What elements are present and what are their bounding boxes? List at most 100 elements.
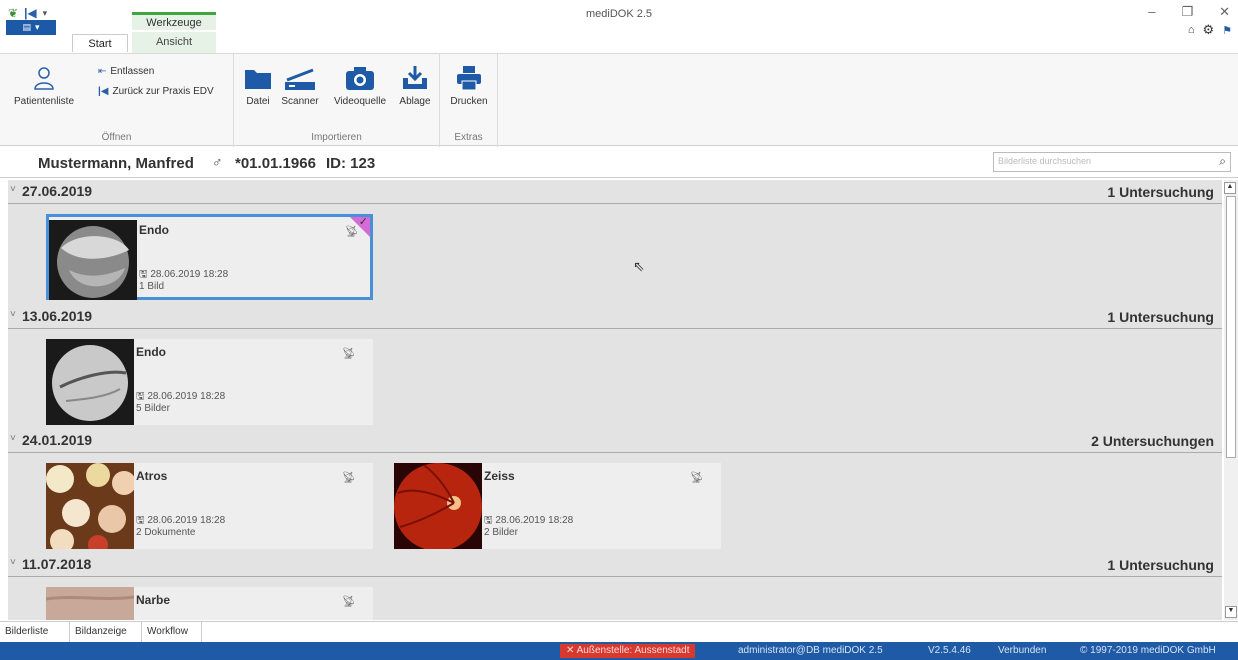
exam-card-endo[interactable]: Endo 📡︎ 🖫︎ 28.06.2019 18:28 5 Bilder (46, 339, 373, 425)
gear-icon[interactable]: ⚙ (1202, 22, 1214, 38)
skin-scar-thumbnail (46, 587, 134, 620)
restore-button[interactable]: ❐ (1181, 4, 1193, 20)
exam-date-row[interactable]: ˅ 24.01.2019 2 Untersuchungen (8, 429, 1222, 453)
exam-date: 13.06.2019 (22, 308, 93, 324)
import-video-label: Videoquelle (333, 96, 387, 107)
ribbon: Patientenliste ⇤ Entlassen |◀ Zurück zur… (0, 53, 1238, 147)
exam-date-row[interactable]: ˅ 27.06.2019 1 Untersuchung (8, 180, 1222, 204)
save-icon: 🖫︎ (136, 515, 145, 526)
scanner-icon (285, 68, 315, 90)
card-title: Endo (139, 223, 169, 237)
exit-icon: ⇤ (98, 66, 107, 77)
import-video-button[interactable]: Videoquelle (326, 64, 394, 107)
status-copyright: © 1997-2019 mediDOK GmbH (1080, 645, 1216, 656)
tab-image-list[interactable]: Bilderliste (0, 622, 70, 642)
flag-icon[interactable]: ⚑ (1222, 24, 1232, 37)
status-bar: ✕ Außenstelle: Aussenstadt administrator… (0, 642, 1238, 660)
collapse-chevron-icon[interactable]: ˅ (10, 309, 16, 320)
close-button[interactable]: ✕ (1219, 4, 1230, 20)
save-icon: 🖫︎ (484, 515, 493, 526)
back-to-emr-label: Zurück zur Praxis EDV (112, 86, 214, 97)
search-placeholder: Bilderliste durchsuchen (998, 156, 1092, 166)
app-menu-button[interactable]: ▤ ▾ (6, 20, 56, 35)
scroll-thumb[interactable] (1226, 196, 1236, 458)
search-icon[interactable]: ⌕ (1219, 154, 1226, 169)
status-connection: Verbunden (998, 645, 1047, 656)
card-title: Endo (136, 345, 166, 359)
patient-id: ID: 123 (326, 155, 376, 172)
patient-list-label: Patientenliste (13, 96, 75, 107)
printer-icon (457, 66, 481, 91)
camera-icon (346, 67, 374, 90)
scroll-down-icon[interactable]: ▼ (1225, 606, 1237, 618)
patient-dob: *01.01.1966 (235, 155, 316, 172)
bottom-tab-bar: Bilderliste Bildanzeige Workflow (0, 621, 1238, 642)
endoscopy-thumbnail (49, 220, 137, 300)
card-datetime-text: 28.06.2019 18:28 (495, 515, 574, 526)
exam-date-row[interactable]: ˅ 11.07.2018 1 Untersuchung (8, 553, 1222, 577)
male-sex-icon: ♂ (212, 154, 223, 170)
branch-office-alert[interactable]: ✕ Außenstelle: Aussenstadt (560, 644, 696, 658)
card-title: Zeiss (484, 469, 515, 483)
menu-icon: ▤ (22, 22, 31, 32)
import-file-label: Datei (246, 96, 270, 107)
minimize-button[interactable]: – (1148, 4, 1155, 20)
exam-date-row[interactable]: ˅ 13.06.2019 1 Untersuchung (8, 305, 1222, 329)
collapse-chevron-icon[interactable]: ˅ (10, 433, 16, 444)
collapse-ribbon-icon[interactable]: ⌂ (1188, 24, 1195, 36)
exam-card-atros[interactable]: Atros 📡︎ 🖫︎ 28.06.2019 18:28 2 Dokumente (46, 463, 373, 549)
exam-count: 1 Untersuchung (1107, 184, 1214, 200)
status-user: administrator@DB mediDOK 2.5 (738, 645, 883, 656)
print-button[interactable]: Drucken (448, 64, 490, 107)
check-icon: ✓ (358, 216, 368, 228)
card-title: Atros (136, 469, 168, 483)
ribbon-group-open: Patientenliste ⇤ Entlassen |◀ Zurück zur… (0, 54, 234, 147)
collapse-chevron-icon[interactable]: ˅ (10, 184, 16, 195)
folder-icon (245, 70, 271, 89)
exam-date: 11.07.2018 (22, 556, 92, 572)
tab-workflow[interactable]: Workflow (142, 622, 202, 642)
patient-list-button[interactable]: Patientenliste (4, 64, 84, 107)
import-storage-button[interactable]: Ablage (394, 64, 436, 107)
back-to-emr-button[interactable]: |◀ Zurück zur Praxis EDV (98, 86, 214, 97)
import-file-button[interactable]: Datei (240, 64, 276, 107)
exam-date: 27.06.2019 (22, 183, 93, 199)
person-icon (34, 67, 54, 90)
dismiss-label: Entlassen (110, 66, 155, 77)
tab-image-view[interactable]: Bildanzeige (70, 622, 142, 642)
exam-date: 24.01.2019 (22, 432, 93, 448)
antenna-icon: 📡︎ (342, 596, 356, 608)
exam-count: 1 Untersuchung (1107, 557, 1214, 573)
branch-office-label: Außenstelle: Aussenstadt (576, 645, 690, 656)
scroll-up-icon[interactable]: ▲ (1224, 182, 1236, 194)
antenna-icon: 📡︎ (690, 472, 704, 484)
patient-header: Mustermann, Manfred ♂ *01.01.1966 ID: 12… (0, 148, 1238, 178)
card-item-count: 1 Bild (139, 281, 165, 292)
dismiss-button[interactable]: ⇤ Entlassen (98, 66, 154, 77)
collapse-chevron-icon[interactable]: ˅ (10, 557, 16, 568)
exam-card-narbe[interactable]: Narbe 📡︎ (46, 587, 373, 620)
save-icon: 🖫︎ (139, 269, 148, 280)
exam-count: 1 Untersuchung (1107, 309, 1214, 325)
card-item-count: 2 Bilder (484, 527, 518, 538)
status-version: V2.5.4.46 (928, 645, 971, 656)
mouse-cursor-icon: ⇖ (633, 258, 645, 274)
image-list: ˅ 27.06.2019 1 Untersuchung Endo 📡︎ ✓ 🖫︎… (8, 180, 1222, 620)
tab-ansicht[interactable]: Ansicht (132, 32, 216, 54)
ribbon-group-import: Datei Scanner Videoquelle Ablage Importi… (234, 54, 440, 147)
image-list-search-input[interactable]: Bilderliste durchsuchen ⌕ (993, 152, 1231, 172)
exam-card-endo-selected[interactable]: Endo 📡︎ ✓ 🖫︎ 28.06.2019 18:28 1 Bild (46, 214, 373, 300)
window-controls: – ❐ ✕ (1148, 4, 1230, 20)
card-title: Narbe (136, 593, 171, 607)
import-scanner-button[interactable]: Scanner (276, 64, 324, 107)
card-item-count: 2 Dokumente (136, 527, 196, 538)
group-label-import: Importieren (311, 132, 362, 143)
patient-name: Mustermann, Manfred (38, 155, 194, 172)
antenna-icon: ✕ (566, 645, 575, 656)
vertical-scrollbar[interactable]: ▲ ▼ (1224, 180, 1238, 620)
back-arrow-icon: |◀ (98, 86, 109, 97)
tab-start[interactable]: Start (72, 34, 128, 52)
exam-card-zeiss[interactable]: Zeiss 📡︎ 🖫︎ 28.06.2019 18:28 2 Bilder (394, 463, 721, 549)
endoscopy-thumbnail (46, 339, 134, 425)
window-tool-icons: ⌂ ⚙ ⚑ (1188, 22, 1232, 38)
